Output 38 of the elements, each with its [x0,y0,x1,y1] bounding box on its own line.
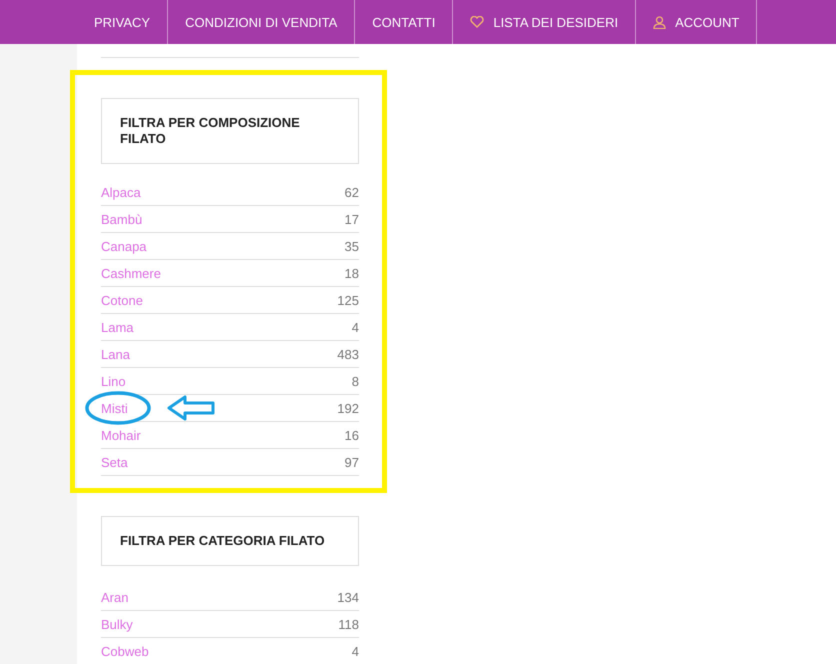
nav-link[interactable]: ACCOUNT [636,0,758,44]
item-count: 18 [344,266,359,280]
item-count: 97 [344,454,359,470]
filter-link[interactable]: Lana [101,346,130,362]
filter-link[interactable]: Lama [101,320,134,334]
filter-link[interactable]: Bambù [101,212,142,226]
filter-link[interactable]: Cashmere [101,266,161,280]
item-count: 192 [337,400,359,416]
nav-link[interactable]: PRIVACY [77,0,168,44]
nav-link[interactable]: LISTA DEI DESIDERI [453,0,636,44]
item-count: 17 [344,212,359,226]
item-count: 8 [352,374,359,388]
heart-icon [470,16,484,28]
item-count: 134 [337,590,359,604]
filter-link[interactable]: Mohair [101,428,141,442]
widget-title: FILTRA PER COMPOSIZIONE FILATO [101,98,359,164]
filter-link[interactable]: Lino [101,374,126,388]
filter-link[interactable]: Alpaca [101,184,141,200]
filter-link[interactable]: Misti [101,400,128,416]
item-count: 125 [337,292,359,308]
annotation-arrow [167,395,215,421]
item-count: 4 [352,320,359,334]
item-count: 35 [344,238,359,254]
nav-link[interactable]: CONDIZIONI DI VENDITA [168,0,356,44]
item-count: 4 [352,644,359,658]
widget-title: FILTRA PER CATEGORIA FILATO [101,516,359,566]
filter-link[interactable]: Aran [101,590,128,604]
filter-link[interactable]: Cobweb [101,644,149,658]
item-count: 483 [337,346,359,362]
filter-link[interactable]: Seta [101,454,128,470]
nav-link[interactable]: CONTATTI [355,0,454,44]
item-count: 16 [344,428,359,442]
filter-link[interactable]: Canapa [101,238,147,254]
filter-link[interactable]: Bulky [101,616,133,632]
user-icon [653,16,666,28]
filter-link[interactable]: Cotone [101,292,143,308]
item-count: 62 [344,184,359,200]
item-count: 118 [338,616,359,632]
